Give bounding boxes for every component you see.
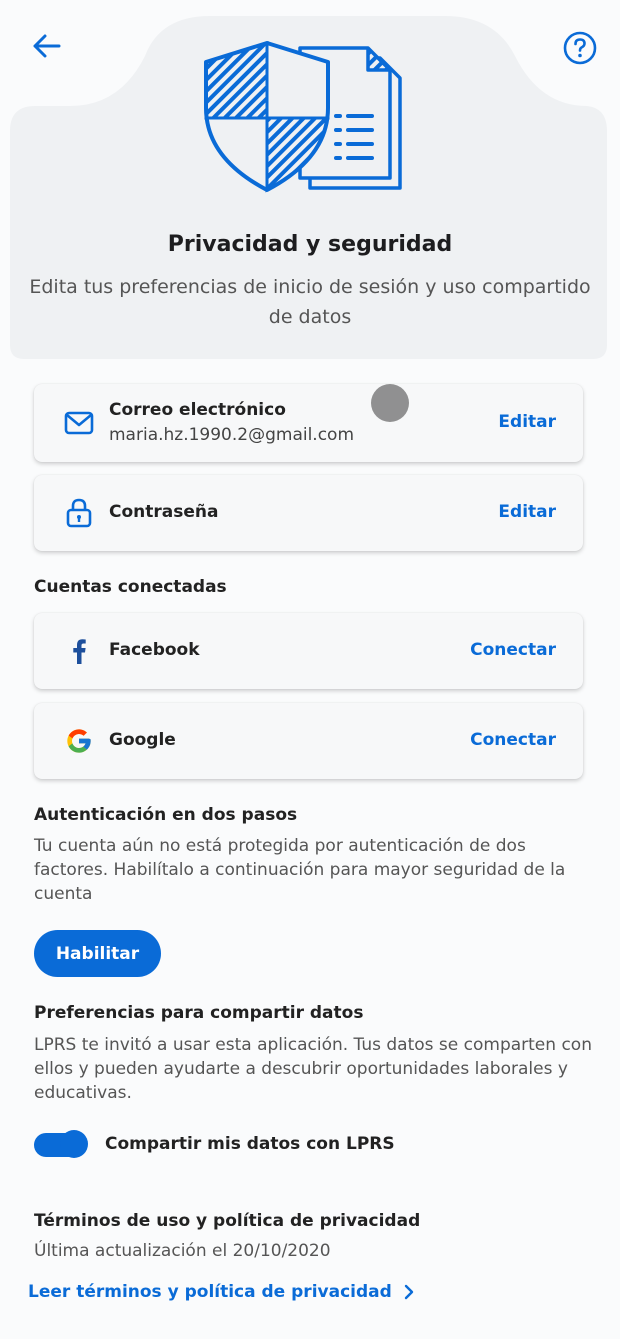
share-data-toggle-label: Compartir mis datos con LPRS — [105, 1134, 395, 1154]
back-arrow-icon[interactable] — [28, 28, 64, 64]
page-subtitle: Edita tus preferencias de inicio de sesi… — [29, 276, 591, 328]
read-terms-link[interactable]: Leer términos y política de privacidad — [28, 1282, 414, 1302]
edit-email-button[interactable]: Editar — [498, 412, 556, 432]
facebook-card[interactable]: Facebook Conectar — [34, 613, 583, 689]
page-title: Privacidad y seguridad — [167, 232, 453, 257]
share-data-toggle[interactable] — [34, 1130, 88, 1158]
connected-accounts-heading: Cuentas conectadas — [34, 577, 227, 597]
mail-icon — [64, 408, 94, 438]
password-title: Contraseña — [109, 502, 219, 522]
two-factor-heading: Autenticación en dos pasos — [34, 805, 298, 825]
enable-two-factor-button[interactable]: Habilitar — [34, 930, 161, 977]
help-icon[interactable] — [560, 28, 600, 68]
touch-indicator — [371, 384, 409, 422]
chevron-right-icon — [404, 1284, 414, 1300]
facebook-icon — [64, 636, 94, 666]
google-card[interactable]: Google Conectar — [34, 703, 583, 779]
data-sharing-heading: Preferencias para compartir datos — [34, 1003, 364, 1023]
shield-document-illustration — [204, 40, 402, 193]
email-card[interactable]: Correo electrónico maria.hz.1990.2@gmail… — [34, 384, 583, 462]
toggle-knob — [60, 1130, 88, 1158]
edit-password-button[interactable]: Editar — [498, 502, 556, 522]
two-factor-text: Tu cuenta aún no está protegida por aute… — [34, 836, 566, 904]
read-terms-link-label: Leer términos y política de privacidad — [28, 1282, 392, 1302]
google-icon — [64, 726, 94, 756]
facebook-title: Facebook — [109, 640, 200, 660]
email-value: maria.hz.1990.2@gmail.com — [109, 425, 355, 445]
password-card[interactable]: Contraseña Editar — [34, 475, 583, 551]
connect-google-button[interactable]: Conectar — [470, 730, 556, 750]
email-title: Correo electrónico — [109, 400, 286, 420]
connect-facebook-button[interactable]: Conectar — [470, 640, 556, 660]
data-sharing-text: LPRS te invitó a usar esta aplicación. T… — [34, 1035, 592, 1103]
terms-heading: Términos de uso y política de privacidad — [34, 1211, 421, 1231]
terms-updated: Última actualización el 20/10/2020 — [34, 1241, 331, 1261]
google-title: Google — [109, 730, 176, 750]
lock-icon — [64, 498, 94, 528]
